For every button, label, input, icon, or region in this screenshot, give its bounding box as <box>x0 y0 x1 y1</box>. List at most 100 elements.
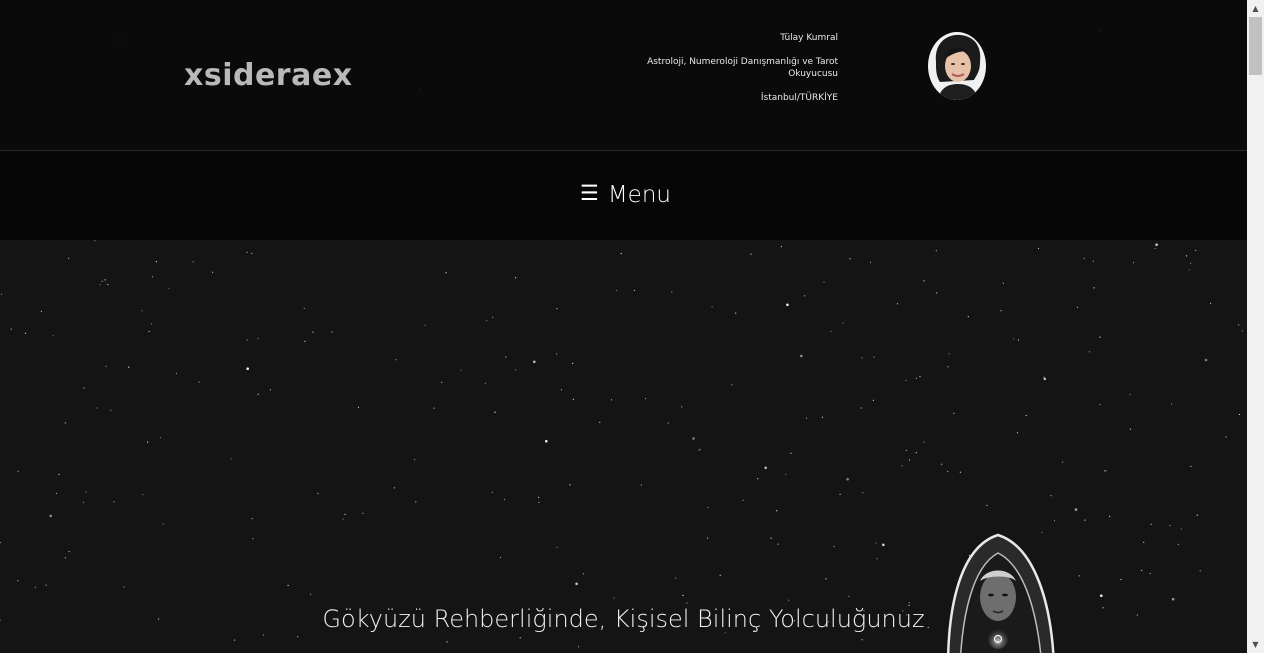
scroll-up-arrow-icon[interactable]: ▲ <box>1247 0 1264 17</box>
star <box>750 253 752 255</box>
star <box>147 441 149 443</box>
star <box>52 335 54 337</box>
star <box>85 491 87 493</box>
star <box>644 397 647 400</box>
star <box>491 491 493 493</box>
star <box>1141 569 1143 572</box>
star <box>192 261 194 263</box>
star <box>640 484 642 486</box>
star <box>947 470 949 473</box>
star <box>393 487 395 489</box>
star <box>569 484 571 486</box>
star <box>303 307 305 309</box>
star <box>1025 414 1027 417</box>
star <box>846 477 849 481</box>
star <box>538 501 540 503</box>
page: xsideraex Tülay Kumral Astroloji, Numero… <box>0 0 1247 653</box>
star <box>1103 470 1106 472</box>
star <box>246 339 248 341</box>
star <box>212 271 214 273</box>
star <box>17 580 19 582</box>
star <box>1199 570 1201 572</box>
star <box>560 389 563 391</box>
star <box>908 602 911 604</box>
star <box>915 452 917 454</box>
star <box>162 523 164 525</box>
star <box>1171 597 1175 601</box>
star <box>1155 243 1158 246</box>
star <box>414 459 416 461</box>
goddess-illustration <box>946 533 1055 653</box>
star <box>1210 302 1212 304</box>
star <box>148 330 150 333</box>
star <box>935 250 937 252</box>
star <box>905 379 907 382</box>
star <box>830 330 832 333</box>
star <box>800 354 803 358</box>
star <box>876 558 878 560</box>
star <box>1143 541 1145 543</box>
star <box>742 499 744 501</box>
star <box>1100 594 1103 597</box>
star <box>848 595 850 597</box>
star <box>578 646 580 648</box>
location-text: İstanbul/TÜRKİYE <box>760 93 838 103</box>
star <box>82 501 84 503</box>
avatar-portrait <box>928 32 986 100</box>
star <box>777 543 779 545</box>
star <box>1078 575 1080 577</box>
star <box>269 389 271 391</box>
star <box>142 494 144 496</box>
menu-toggle-button[interactable]: ☰ Menu <box>580 177 671 213</box>
star <box>198 381 200 383</box>
star <box>1188 269 1190 271</box>
scroll-down-arrow-icon[interactable]: ▼ <box>1247 636 1264 653</box>
star <box>297 636 299 638</box>
star <box>1062 461 1064 463</box>
star <box>572 398 574 400</box>
star <box>1093 287 1095 289</box>
star <box>1002 282 1005 284</box>
star <box>0 541 1 544</box>
star <box>1150 523 1152 525</box>
star <box>1132 262 1135 264</box>
star <box>711 306 713 308</box>
star <box>113 501 115 503</box>
star <box>671 291 673 293</box>
star <box>757 478 759 480</box>
star <box>484 382 486 384</box>
star <box>1190 465 1192 467</box>
star <box>556 353 558 355</box>
star <box>24 332 27 334</box>
star <box>1180 528 1182 530</box>
star <box>64 422 66 424</box>
star <box>110 409 112 411</box>
star <box>68 257 70 259</box>
star <box>445 272 447 274</box>
person-name: Tülay Kumral <box>780 33 838 43</box>
star <box>610 399 613 401</box>
star <box>575 582 578 586</box>
star <box>40 310 43 312</box>
star <box>804 295 806 297</box>
star <box>257 393 259 395</box>
site-title[interactable]: xsideraex <box>184 58 353 93</box>
star <box>556 546 558 548</box>
star <box>869 261 872 263</box>
star <box>505 356 507 358</box>
star <box>1225 436 1227 438</box>
star <box>312 331 314 333</box>
star <box>1053 520 1056 522</box>
star <box>304 340 306 342</box>
star <box>1109 515 1111 517</box>
star <box>873 356 875 358</box>
star <box>1154 247 1156 250</box>
star <box>842 322 844 324</box>
star <box>230 458 232 460</box>
star <box>699 448 701 450</box>
star <box>986 504 988 506</box>
star <box>1196 514 1198 516</box>
star <box>786 303 789 307</box>
scrollbar-thumb[interactable] <box>1249 17 1262 75</box>
vertical-scrollbar[interactable]: ▲ ▼ <box>1247 0 1264 653</box>
